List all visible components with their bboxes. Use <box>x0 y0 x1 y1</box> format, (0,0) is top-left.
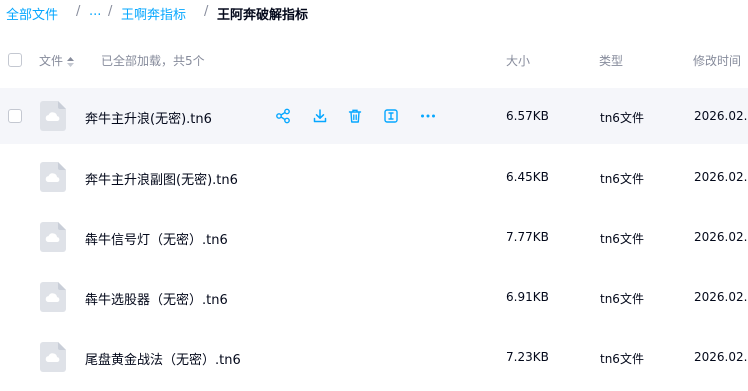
breadcrumb-separator: / <box>204 4 209 19</box>
cloud-file-icon <box>40 162 66 192</box>
file-size: 6.57KB <box>506 109 549 123</box>
file-name[interactable]: 奔牛主升浪副图(无密).tn6 <box>85 169 238 188</box>
breadcrumb-current: 王阿奔破解指标 <box>217 8 309 23</box>
share-icon[interactable] <box>274 107 292 125</box>
breadcrumb-folder[interactable]: 王啊奔指标 <box>121 4 186 23</box>
file-row[interactable]: 犇牛信号灯（无密）.tn6 7.77KB tn6文件 2026.02... <box>0 209 748 265</box>
file-date: 2026.02... <box>694 290 748 304</box>
list-header: 文件 已全部加载，共5个 大小 类型 修改时间 <box>0 42 748 78</box>
file-type: tn6文件 <box>600 292 644 306</box>
file-row[interactable]: 奔牛主升浪(无密).tn6 6.57KB tn6文件 2026.02... <box>0 88 748 144</box>
column-name-label: 文件 <box>39 54 64 68</box>
more-icon[interactable] <box>419 107 437 125</box>
cloud-file-icon <box>40 342 66 372</box>
file-size: 7.23KB <box>506 350 549 364</box>
select-all-checkbox[interactable] <box>8 53 22 67</box>
column-name-header[interactable]: 文件 <box>39 52 74 69</box>
load-status-text: 已全部加载，共5个 <box>101 54 205 68</box>
sort-icon[interactable] <box>66 56 74 67</box>
breadcrumb-ellipsis[interactable]: ... <box>89 4 101 19</box>
file-date: 2026.02... <box>694 109 748 123</box>
column-type-header[interactable]: 类型 <box>599 52 623 69</box>
file-name[interactable]: 犇牛选股器（无密）.tn6 <box>85 289 228 308</box>
file-row[interactable]: 尾盘黄金战法（无密）.tn6 7.23KB tn6文件 2026.02... <box>0 329 748 385</box>
file-type: tn6文件 <box>600 232 644 246</box>
delete-icon[interactable] <box>346 107 364 125</box>
cloud-file-icon <box>40 282 66 312</box>
file-date: 2026.02... <box>694 350 748 364</box>
cloud-file-icon <box>40 222 66 252</box>
file-type: tn6文件 <box>600 352 644 366</box>
breadcrumb-separator: / <box>76 4 81 19</box>
file-name[interactable]: 尾盘黄金战法（无密）.tn6 <box>85 349 241 368</box>
file-date: 2026.02... <box>694 170 748 184</box>
file-type: tn6文件 <box>600 111 644 125</box>
cloud-file-icon <box>40 101 66 131</box>
file-size: 7.77KB <box>506 230 549 244</box>
file-row[interactable]: 奔牛主升浪副图(无密).tn6 6.45KB tn6文件 2026.02... <box>0 149 748 205</box>
file-size: 6.45KB <box>506 170 549 184</box>
file-size: 6.91KB <box>506 290 549 304</box>
file-name[interactable]: 犇牛信号灯（无密）.tn6 <box>85 229 228 248</box>
file-name[interactable]: 奔牛主升浪(无密).tn6 <box>85 108 212 127</box>
breadcrumb: 全部文件 / ... / 王啊奔指标 / 王阿奔破解指标 <box>0 0 748 26</box>
column-date-header[interactable]: 修改时间 <box>693 52 741 69</box>
breadcrumb-all-files[interactable]: 全部文件 <box>6 4 58 23</box>
download-icon[interactable] <box>311 107 329 125</box>
file-date: 2026.02... <box>694 230 748 244</box>
column-size-header[interactable]: 大小 <box>506 52 530 69</box>
breadcrumb-separator: / <box>108 4 113 19</box>
row-checkbox[interactable] <box>8 109 22 123</box>
file-type: tn6文件 <box>600 172 644 186</box>
rename-icon[interactable] <box>382 107 400 125</box>
file-row[interactable]: 犇牛选股器（无密）.tn6 6.91KB tn6文件 2026.02... <box>0 269 748 325</box>
